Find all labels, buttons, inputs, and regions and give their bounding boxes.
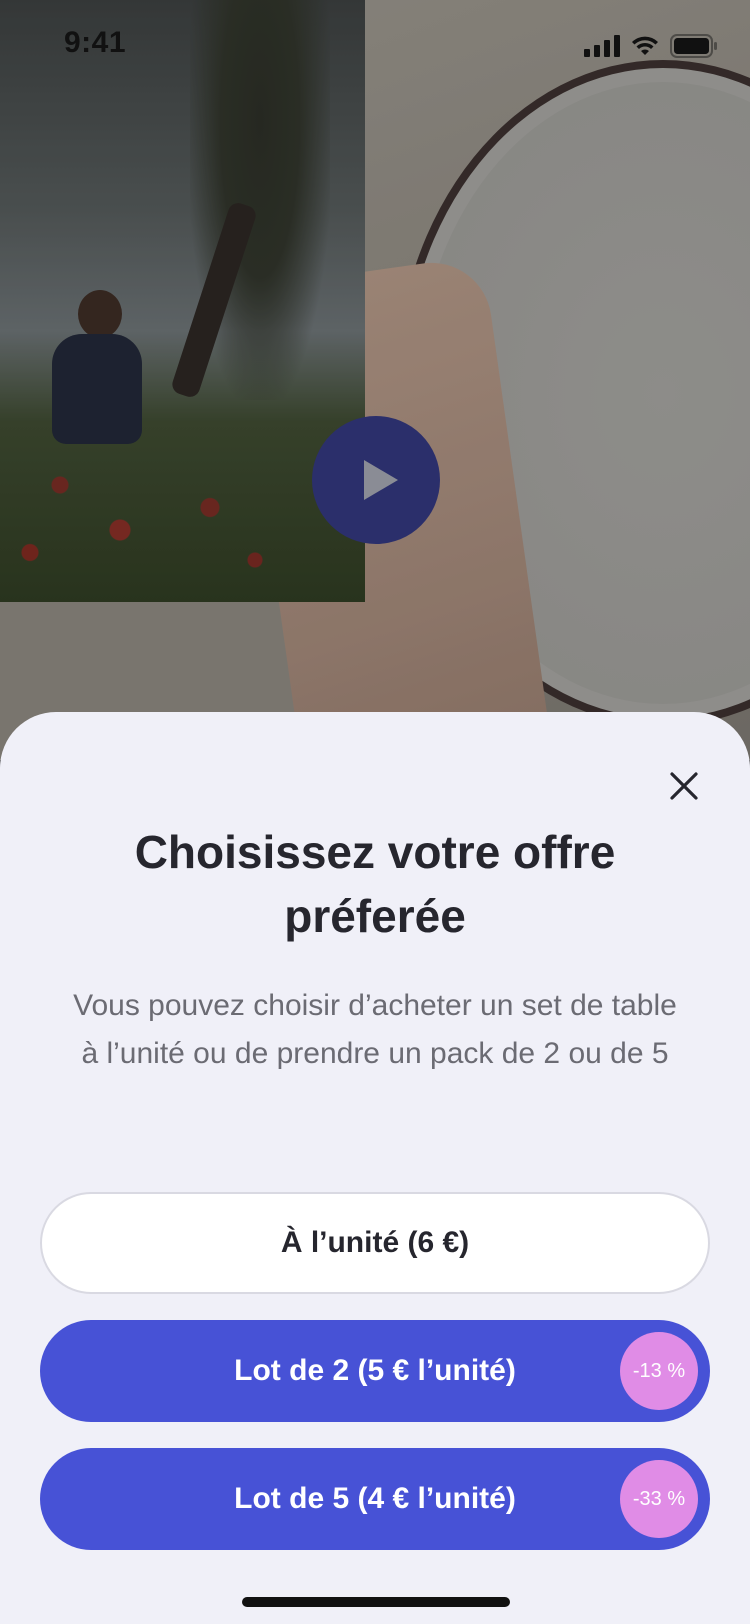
option-label: À l’unité (6 €)	[280, 1226, 470, 1259]
wifi-icon	[630, 35, 660, 57]
status-icons	[584, 34, 718, 58]
battery-icon	[670, 34, 718, 58]
media-overlay	[0, 0, 750, 760]
discount-badge: -13 %	[620, 1332, 698, 1410]
cellular-signal-icon	[584, 35, 620, 57]
video-preview	[0, 0, 750, 760]
app-screen: 9:41 Choisissez votre offre préferée Vou…	[0, 0, 750, 1624]
home-indicator	[242, 1597, 510, 1607]
option-single-unit-button[interactable]: À l’unité (6 €)	[40, 1192, 710, 1294]
offer-bottom-sheet: Choisissez votre offre préferée Vous pou…	[0, 712, 750, 1624]
sheet-title: Choisissez votre offre préferée	[134, 826, 616, 942]
option-pack-of-5-button[interactable]: Lot de 5 (4 € l’unité) -33 %	[40, 1448, 710, 1550]
option-label: Lot de 2 (5 € l’unité)	[234, 1354, 516, 1387]
discount-badge: -33 %	[620, 1460, 698, 1538]
close-button[interactable]	[656, 758, 712, 814]
status-time: 9:41	[64, 26, 127, 59]
option-pack-of-2-button[interactable]: Lot de 2 (5 € l’unité) -13 %	[40, 1320, 710, 1422]
play-icon	[364, 460, 398, 500]
close-icon	[670, 772, 698, 800]
sheet-description: Vous pouvez choisir d’acheter un set de …	[73, 989, 677, 1070]
status-bar: 9:41	[0, 0, 750, 90]
option-label: Lot de 5 (4 € l’unité)	[234, 1482, 516, 1515]
play-button[interactable]	[312, 416, 440, 544]
